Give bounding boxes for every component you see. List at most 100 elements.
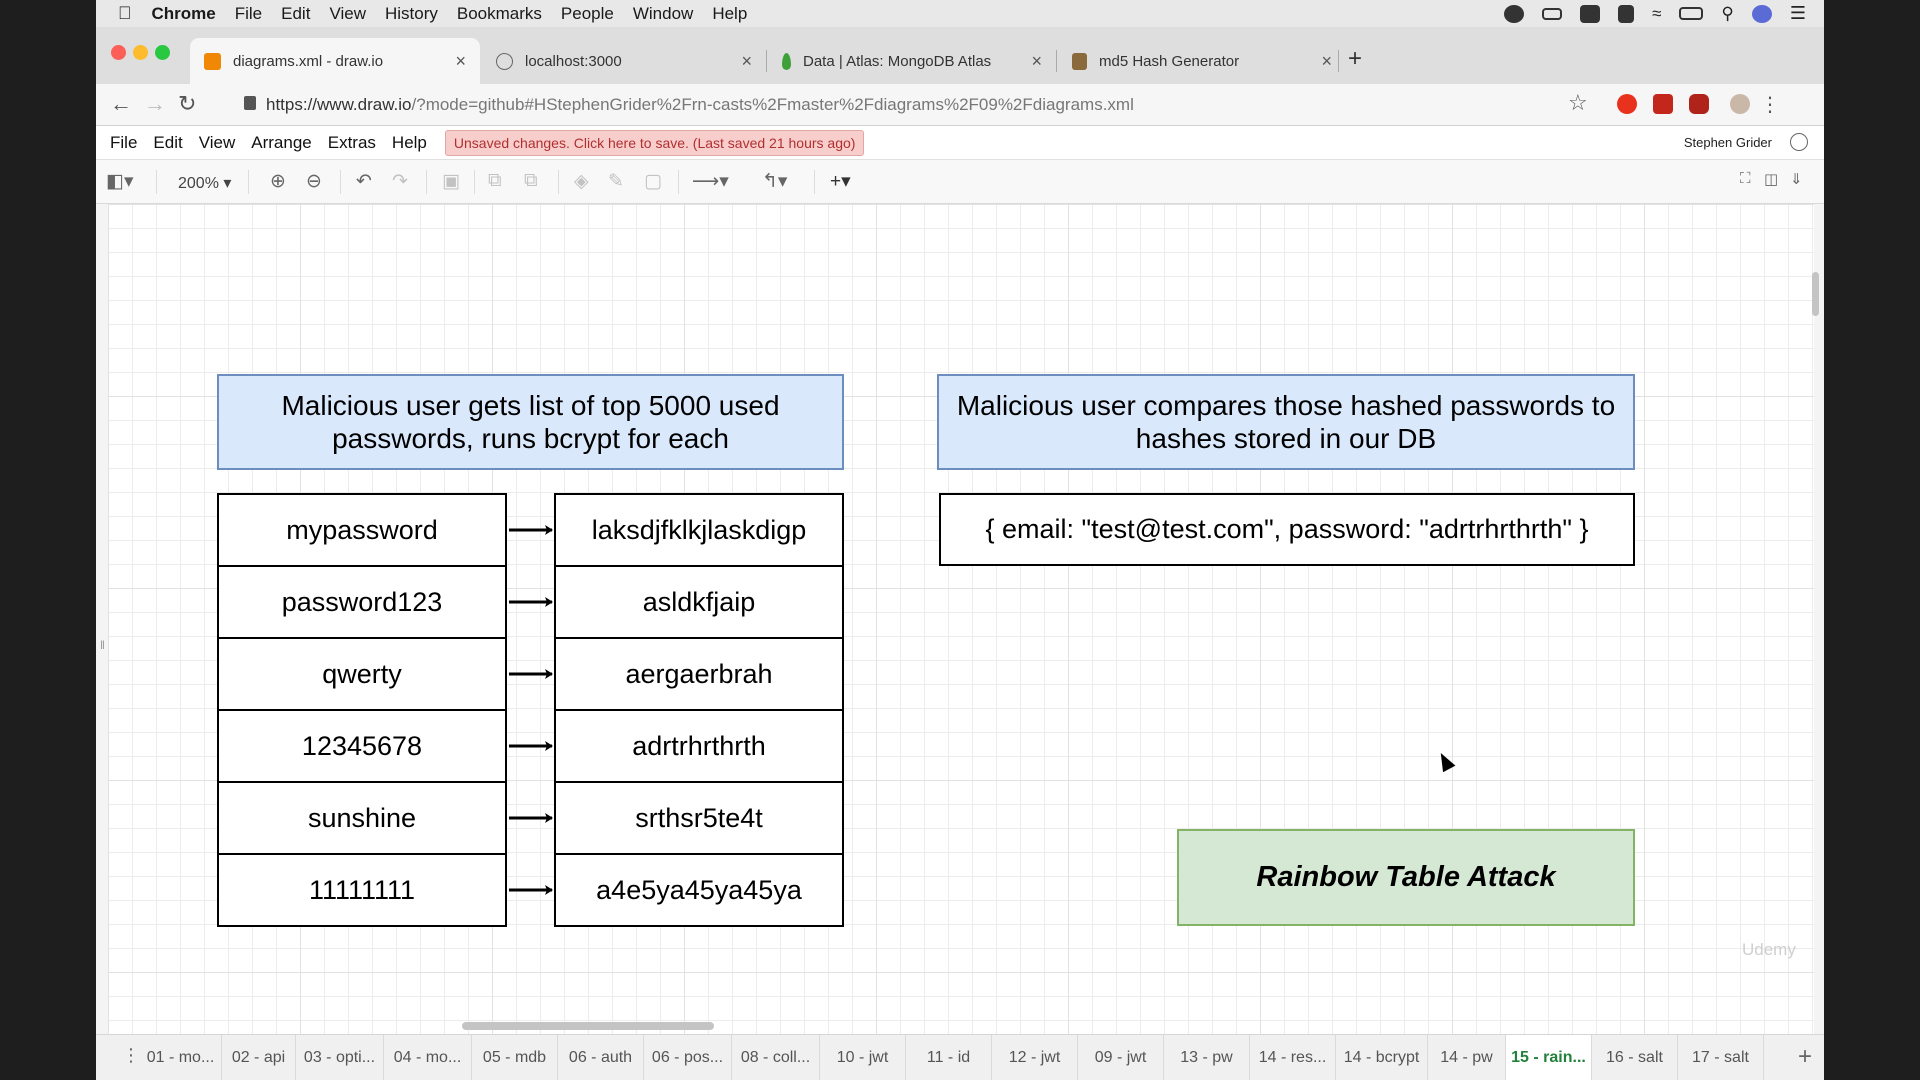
- pages-menu-icon[interactable]: ⋮: [122, 1045, 140, 1066]
- page-tab[interactable]: 14 - bcrypt: [1336, 1035, 1428, 1080]
- page-tab[interactable]: 02 - api: [222, 1035, 296, 1080]
- waypoints-icon[interactable]: ↰▾: [762, 170, 787, 193]
- status-icons: ≈ ⚲ ☰: [1504, 0, 1806, 27]
- os-menu-people[interactable]: People: [561, 4, 614, 24]
- line-color-icon[interactable]: ✎: [608, 170, 624, 193]
- rainbow-table-title-box[interactable]: Rainbow Table Attack: [1177, 829, 1635, 926]
- zoom-select[interactable]: 200% ▾: [178, 173, 231, 193]
- page-tab[interactable]: 14 - res...: [1250, 1035, 1336, 1080]
- insert-plus-icon[interactable]: +▾: [830, 170, 851, 193]
- recording-icon[interactable]: [1504, 4, 1525, 23]
- page-tab[interactable]: 16 - salt: [1592, 1035, 1678, 1080]
- page-tab[interactable]: 13 - pw: [1164, 1035, 1250, 1080]
- format-panel-icon[interactable]: ◧▾: [106, 170, 134, 193]
- unsaved-changes-button[interactable]: Unsaved changes. Click here to save. (La…: [444, 129, 865, 156]
- format-toggle-icon[interactable]: ◫: [1764, 170, 1778, 188]
- add-page-icon[interactable]: +: [1798, 1043, 1812, 1071]
- toolbar-separator: [426, 170, 427, 194]
- ublock-extension-icon[interactable]: [1617, 94, 1637, 114]
- cloud-icon[interactable]: [1580, 4, 1601, 23]
- app-menu-help[interactable]: Help: [392, 133, 427, 153]
- back-icon[interactable]: ←: [110, 91, 132, 117]
- collapse-icon[interactable]: ⇓: [1790, 170, 1803, 188]
- delete-icon[interactable]: ▣: [442, 170, 460, 193]
- os-menu-file[interactable]: File: [235, 4, 262, 24]
- redo-icon[interactable]: ↷: [392, 170, 408, 193]
- siri-icon[interactable]: [1751, 4, 1772, 23]
- app-menu-edit[interactable]: Edit: [153, 133, 182, 153]
- diagram-canvas[interactable]: Malicious user gets list of top 5000 use…: [108, 204, 1814, 1048]
- app-menu-extras[interactable]: Extras: [328, 133, 376, 153]
- app-menu-arrange[interactable]: Arrange: [251, 133, 311, 153]
- shadow-icon[interactable]: ▢: [644, 170, 662, 193]
- os-menu-bookmarks[interactable]: Bookmarks: [457, 4, 542, 24]
- glasses-icon[interactable]: [1542, 7, 1563, 20]
- page-tab-active[interactable]: 15 - rain...: [1506, 1035, 1592, 1080]
- page-tab[interactable]: 06 - pos...: [644, 1035, 732, 1080]
- page-tab[interactable]: 14 - pw: [1428, 1035, 1506, 1080]
- reload-icon[interactable]: ↻: [178, 91, 196, 117]
- page-tab[interactable]: 12 - jwt: [992, 1035, 1078, 1080]
- notification-center-icon[interactable]: ☰: [1790, 3, 1806, 24]
- page-tab[interactable]: 01 - mo...: [140, 1035, 222, 1080]
- close-tab-icon[interactable]: ×: [1031, 51, 1042, 72]
- page-tab[interactable]: 03 - opti...: [296, 1035, 384, 1080]
- page-tab[interactable]: 09 - jwt: [1078, 1035, 1164, 1080]
- browser-tab-mongodb[interactable]: Data | Atlas: MongoDB Atlas ×: [768, 38, 1056, 84]
- app-menu-file[interactable]: File: [110, 133, 137, 153]
- os-menu-chrome[interactable]: Chrome: [152, 4, 216, 24]
- app-menu-view[interactable]: View: [199, 133, 236, 153]
- to-front-icon[interactable]: ⧉: [488, 170, 502, 192]
- profile-avatar-icon[interactable]: [1730, 94, 1750, 114]
- zoom-in-icon[interactable]: ⊕: [270, 170, 286, 193]
- url-path: /?mode=github#HStephenGrider%2Frn-casts%…: [411, 95, 1134, 114]
- horizontal-scrollbar[interactable]: [462, 1022, 714, 1030]
- shield-extension-icon[interactable]: [1689, 94, 1709, 114]
- os-menu-help[interactable]: Help: [712, 4, 747, 24]
- sidebar-resize-handle[interactable]: ‖: [100, 638, 105, 652]
- os-menubar:  Chrome File Edit View History Bookmark…: [96, 0, 1824, 27]
- to-back-icon[interactable]: ⧉: [524, 170, 538, 192]
- connection-style-icon[interactable]: ⟶▾: [692, 170, 729, 193]
- db-record-box[interactable]: { email: "test@test.com", password: "adr…: [939, 493, 1635, 566]
- bookmark-star-icon[interactable]: ☆: [1568, 90, 1588, 116]
- page-tab[interactable]: 04 - mo...: [384, 1035, 472, 1080]
- new-tab-icon[interactable]: +: [1348, 45, 1362, 73]
- language-globe-icon[interactable]: [1790, 133, 1808, 151]
- close-tab-icon[interactable]: ×: [1321, 51, 1332, 72]
- close-tab-icon[interactable]: ×: [741, 51, 752, 72]
- vertical-scrollbar[interactable]: [1812, 272, 1819, 316]
- wifi-icon[interactable]: ≈: [1652, 4, 1661, 24]
- page-tab[interactable]: 11 - id: [906, 1035, 992, 1080]
- fill-color-icon[interactable]: ◈: [574, 170, 589, 193]
- page-tab[interactable]: 17 - salt: [1678, 1035, 1764, 1080]
- undo-icon[interactable]: ↶: [356, 170, 372, 193]
- browser-tab-md5[interactable]: md5 Hash Generator ×: [1058, 38, 1346, 84]
- os-menu-view[interactable]: View: [329, 4, 366, 24]
- lastpass-extension-icon[interactable]: [1653, 94, 1673, 114]
- minimize-window-button[interactable]: [133, 45, 148, 60]
- apple-icon[interactable]: : [118, 3, 132, 24]
- browser-tab-drawio[interactable]: diagrams.xml - draw.io ×: [190, 38, 480, 84]
- forward-icon[interactable]: →: [144, 91, 166, 117]
- maximize-window-button[interactable]: [155, 45, 170, 60]
- page-tab[interactable]: 08 - coll...: [732, 1035, 820, 1080]
- chrome-menu-icon[interactable]: ⋮: [1760, 92, 1780, 117]
- os-menu-edit[interactable]: Edit: [281, 4, 310, 24]
- battery-icon[interactable]: [1679, 7, 1704, 20]
- fullscreen-icon[interactable]: ⛶: [1740, 170, 1751, 187]
- user-name[interactable]: Stephen Grider: [1684, 135, 1772, 150]
- drawio-icon: [204, 52, 221, 70]
- os-menu-history[interactable]: History: [385, 4, 438, 24]
- page-tab[interactable]: 06 - auth: [558, 1035, 644, 1080]
- close-window-button[interactable]: [111, 45, 126, 60]
- spotlight-search-icon[interactable]: ⚲: [1721, 4, 1733, 24]
- close-tab-icon[interactable]: ×: [455, 51, 466, 72]
- page-tab[interactable]: 05 - mdb: [472, 1035, 558, 1080]
- browser-tab-localhost[interactable]: localhost:3000 ×: [482, 38, 766, 84]
- zoom-out-icon[interactable]: ⊖: [306, 170, 322, 193]
- pen-icon[interactable]: [1618, 4, 1635, 23]
- page-tab[interactable]: 10 - jwt: [820, 1035, 906, 1080]
- os-menu-window[interactable]: Window: [633, 4, 693, 24]
- url-field[interactable]: https://www.draw.io/?mode=github#HStephe…: [266, 95, 1134, 115]
